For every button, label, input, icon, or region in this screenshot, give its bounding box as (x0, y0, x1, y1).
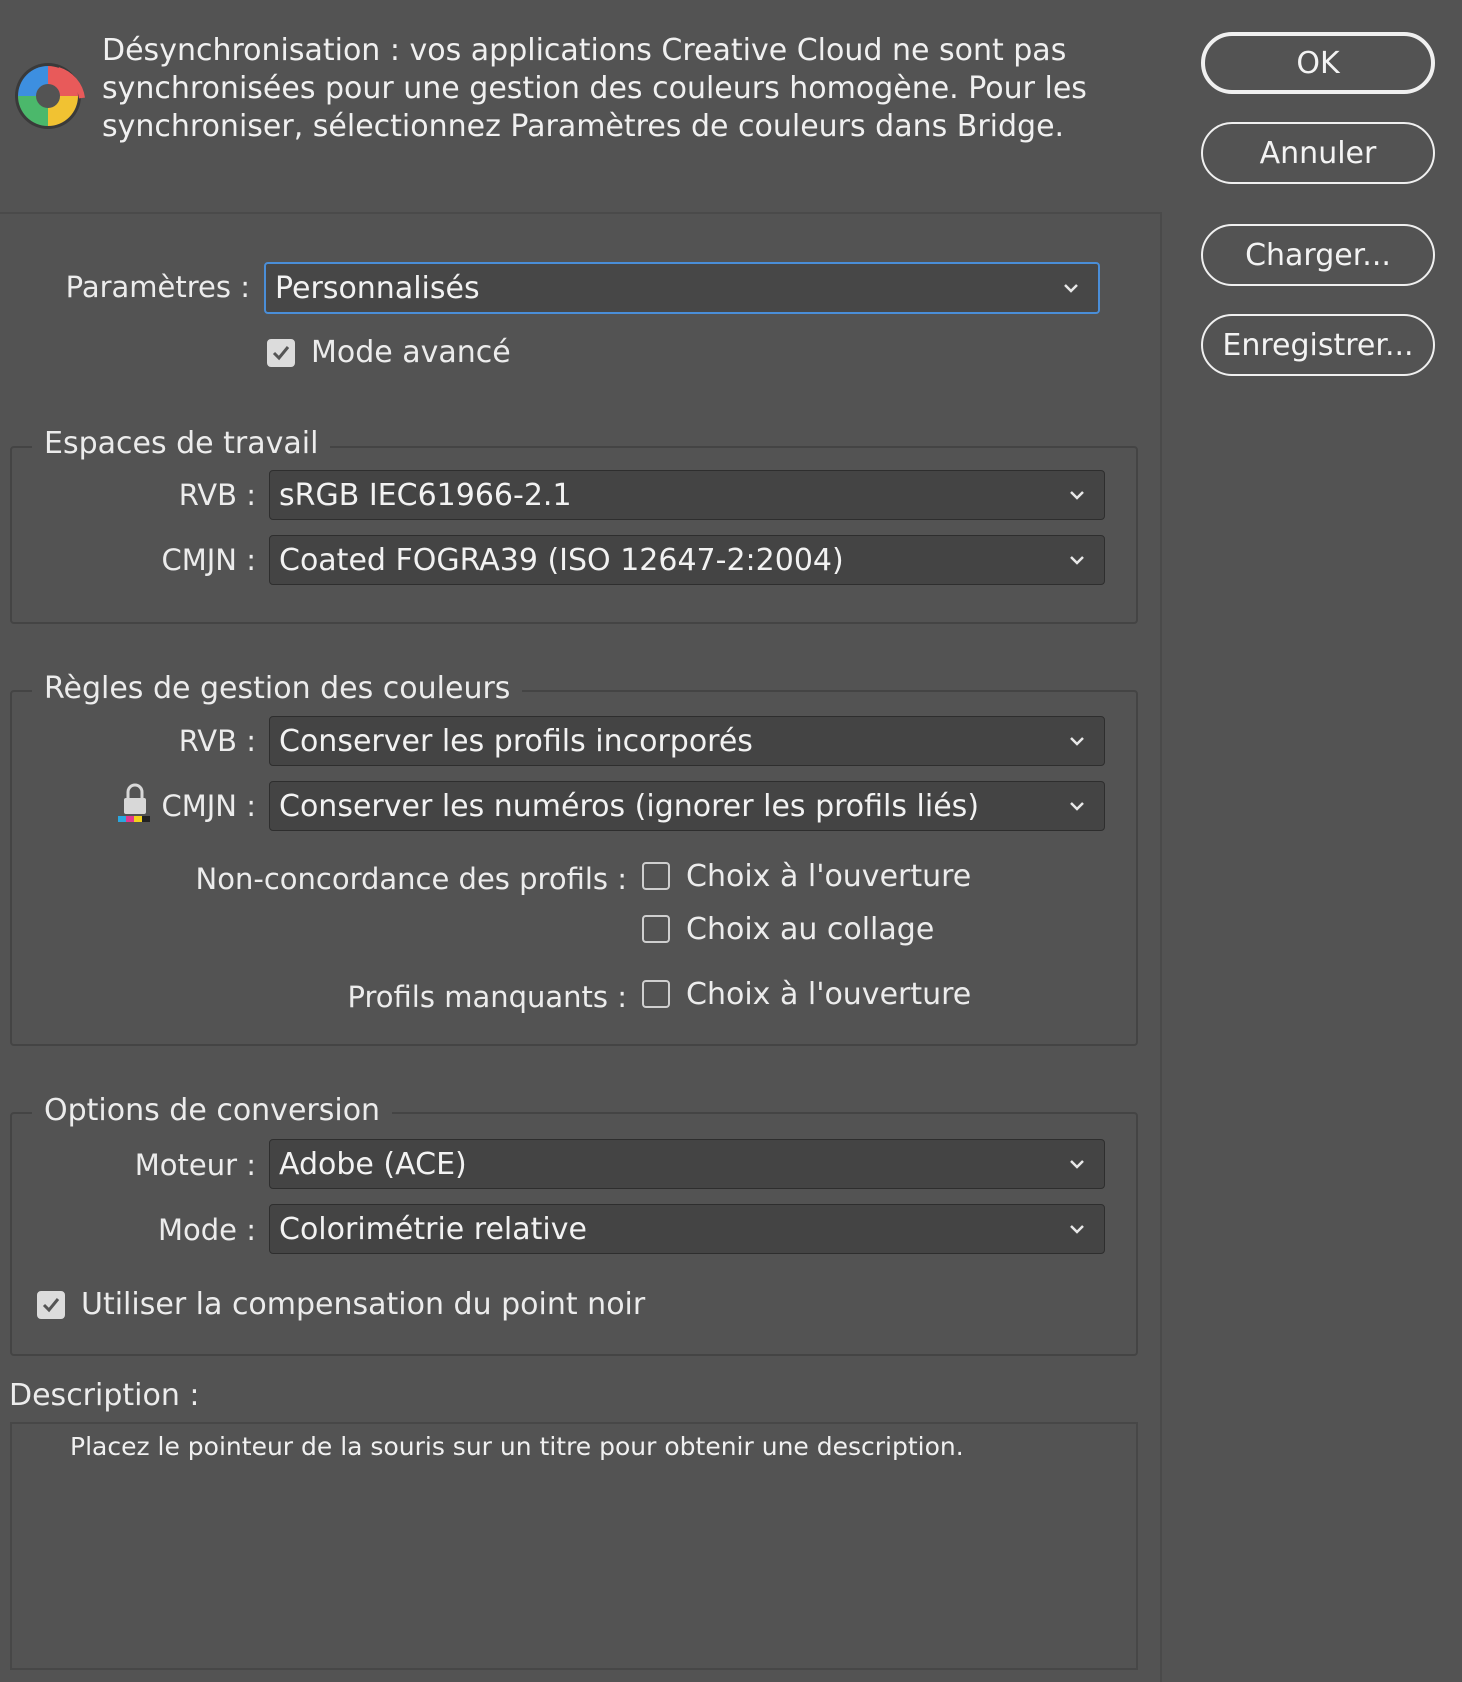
missing-ask-opening-label: Choix à l'ouverture (686, 977, 972, 1012)
missing-ask-opening-checkbox[interactable] (642, 980, 670, 1008)
policy-rgb-label: RVB : (178, 724, 256, 758)
intent-select[interactable]: Colorimétrie relative (269, 1204, 1105, 1254)
cancel-button[interactable]: Annuler (1201, 122, 1435, 184)
chevron-down-icon (1070, 737, 1084, 746)
engine-select[interactable]: Adobe (ACE) (269, 1139, 1105, 1189)
working-cmyk-label: CMJN : (161, 543, 256, 577)
policy-cmyk-value: Conserver les numéros (ignorer les profi… (279, 788, 980, 824)
mismatch-ask-opening-label: Choix à l'ouverture (686, 859, 972, 894)
chevron-down-icon (1070, 1225, 1084, 1234)
color-sync-icon (15, 63, 85, 129)
policy-rgb-select[interactable]: Conserver les profils incorporés (269, 716, 1105, 766)
chevron-down-icon (1070, 1160, 1084, 1169)
conversion-options-title: Options de conversion (32, 1093, 393, 1128)
engine-label: Moteur : (134, 1148, 256, 1182)
black-point-checkbox[interactable] (37, 1291, 65, 1319)
settings-select[interactable]: Personnalisés (264, 262, 1100, 314)
policy-rgb-value: Conserver les profils incorporés (279, 723, 753, 759)
chevron-down-icon (1070, 556, 1084, 565)
black-point-label: Utiliser la compensation du point noir (81, 1287, 646, 1322)
checkmark-icon (42, 1298, 60, 1313)
lock-icon (118, 783, 150, 822)
color-management-policies-title: Règles de gestion des couleurs (32, 671, 523, 706)
working-cmyk-value: Coated FOGRA39 (ISO 12647-2:2004) (279, 542, 844, 578)
chevron-down-icon (1070, 491, 1084, 500)
missing-profiles-label: Profils manquants : (347, 980, 627, 1014)
mismatch-ask-pasting-label: Choix au collage (686, 912, 935, 947)
working-spaces-title: Espaces de travail (32, 426, 331, 461)
save-button[interactable]: Enregistrer... (1201, 314, 1435, 376)
policy-cmyk-select[interactable]: Conserver les numéros (ignorer les profi… (269, 781, 1105, 831)
engine-value: Adobe (ACE) (279, 1146, 467, 1182)
working-rgb-select[interactable]: sRGB IEC61966-2.1 (269, 470, 1105, 520)
mismatch-ask-opening-checkbox[interactable] (642, 862, 670, 890)
checkmark-icon (272, 346, 290, 361)
advanced-mode-label: Mode avancé (311, 335, 511, 370)
settings-select-value: Personnalisés (275, 270, 480, 306)
chevron-down-icon (1070, 802, 1084, 811)
ok-button[interactable]: OK (1201, 32, 1435, 94)
description-text: Placez le pointeur de la souris sur un t… (70, 1432, 964, 1461)
working-rgb-label: RVB : (178, 478, 256, 512)
working-rgb-value: sRGB IEC61966-2.1 (279, 477, 572, 513)
working-cmyk-select[interactable]: Coated FOGRA39 (ISO 12647-2:2004) (269, 535, 1105, 585)
chevron-down-icon (1064, 284, 1078, 293)
advanced-mode-checkbox[interactable] (267, 339, 295, 367)
intent-label: Mode : (157, 1213, 256, 1247)
sync-warning-text: Désynchronisation : vos applications Cre… (102, 33, 1087, 144)
load-button[interactable]: Charger... (1201, 224, 1435, 286)
intent-value: Colorimétrie relative (279, 1211, 587, 1247)
description-label: Description : (9, 1378, 200, 1413)
profile-mismatch-label: Non-concordance des profils : (195, 862, 627, 896)
settings-label: Paramètres : (65, 270, 250, 304)
mismatch-ask-pasting-checkbox[interactable] (642, 915, 670, 943)
policy-cmyk-label: CMJN : (161, 789, 256, 823)
